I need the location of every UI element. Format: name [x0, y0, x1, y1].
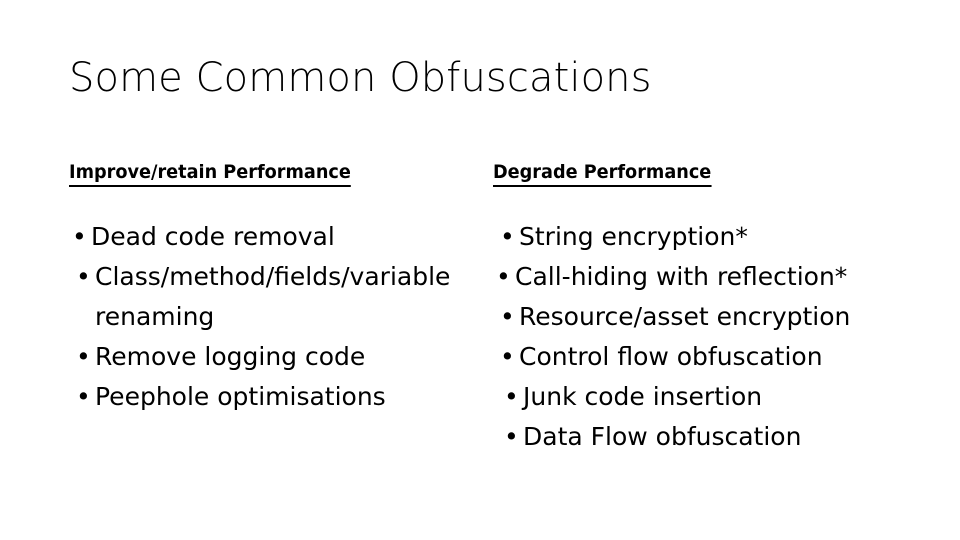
bullet-icon: • — [504, 382, 519, 411]
column-degrade-performance: Degrade Performance • String encryption*… — [493, 160, 893, 457]
list-item-label: Remove logging code — [95, 342, 366, 371]
list-item-label: Resource/asset encryption — [519, 302, 851, 331]
list-item: • Call-hiding with reflection* — [493, 257, 893, 297]
column-improve-retain-performance: Improve/retain Performance • Dead code r… — [69, 160, 469, 417]
list-item-label: Control flow obfuscation — [519, 342, 823, 371]
list-item-label: Class/method/fields/variable renaming — [95, 262, 451, 331]
bullet-icon: • — [76, 342, 91, 371]
list-item-label: Peephole optimisations — [95, 382, 386, 411]
bullet-icon: • — [504, 422, 519, 451]
bullet-icon: • — [76, 382, 91, 411]
list-item: • Data Flow obfuscation — [501, 417, 893, 457]
list-item: • Remove logging code — [73, 337, 469, 377]
list-item-label: Data Flow obfuscation — [523, 422, 802, 451]
bullet-icon: • — [500, 302, 515, 331]
list-item: • Dead code removal — [69, 217, 469, 257]
list-item: • Junk code insertion — [501, 377, 893, 417]
bullet-icon: • — [76, 262, 91, 291]
column-header-degrade-performance: Degrade Performance — [493, 160, 712, 187]
list-item-label: Junk code insertion — [523, 382, 763, 411]
bullet-list-degrade-performance: • String encryption* • Call-hiding with … — [493, 217, 893, 457]
page-title: Some Common Obfuscations — [69, 55, 652, 101]
list-item-label: Dead code removal — [91, 222, 335, 251]
bullet-icon: • — [500, 222, 515, 251]
list-item: • String encryption* — [497, 217, 893, 257]
list-item: • Resource/asset encryption — [497, 297, 893, 337]
bullet-icon: • — [496, 262, 511, 291]
list-item: • Class/method/fields/variable renaming — [73, 257, 469, 337]
list-item-label: String encryption* — [519, 222, 748, 251]
column-header-improve-retain-performance: Improve/retain Performance — [69, 160, 351, 187]
bullet-icon: • — [72, 222, 87, 251]
bullet-icon: • — [500, 342, 515, 371]
bullet-list-improve-retain-performance: • Dead code removal • Class/method/field… — [69, 217, 469, 417]
list-item: • Control flow obfuscation — [497, 337, 893, 377]
list-item-label: Call-hiding with reflection* — [515, 262, 848, 291]
list-item: • Peephole optimisations — [73, 377, 469, 417]
slide: Some Common Obfuscations Improve/retain … — [0, 0, 960, 540]
